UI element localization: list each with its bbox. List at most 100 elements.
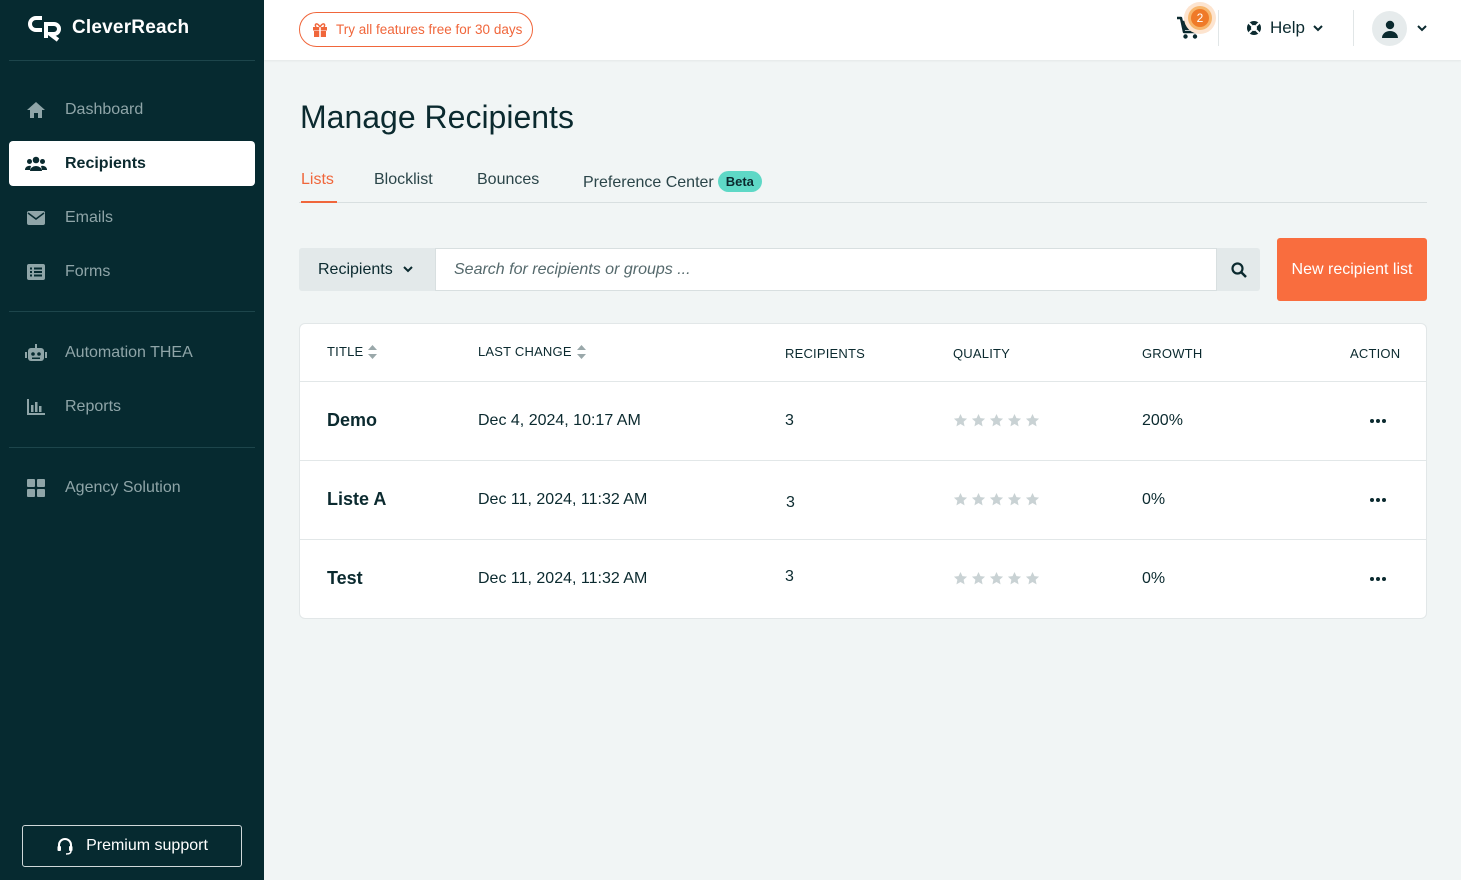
cart-count-badge: 2 xyxy=(1188,6,1212,30)
column-header-title[interactable]: TITLE xyxy=(327,344,378,359)
star-icon xyxy=(989,492,1004,506)
bar-chart-icon xyxy=(25,398,47,416)
user-menu[interactable] xyxy=(1372,11,1427,46)
recipient-count: 3 xyxy=(785,568,794,585)
grid-icon xyxy=(25,478,47,497)
recipient-lists-table: TITLE LAST CHANGE RECIPIENTS QUALITY GRO… xyxy=(299,323,1427,619)
sidebar-item-label: Forms xyxy=(65,262,111,280)
premium-support-button[interactable]: Premium support xyxy=(22,825,242,867)
column-header-action: ACTION xyxy=(1350,346,1401,361)
help-label: Help xyxy=(1270,18,1305,37)
growth-value: 200% xyxy=(1142,412,1183,429)
search-bar: Recipients xyxy=(299,248,1260,291)
brand-name: CleverReach xyxy=(72,17,190,38)
table-row[interactable]: Demo Dec 4, 2024, 10:17 AM 3 200% xyxy=(300,381,1426,460)
sidebar-item-label: Reports xyxy=(65,397,122,415)
star-icon xyxy=(1025,413,1040,427)
recipient-count: 3 xyxy=(786,494,795,511)
tab-preference-center[interactable]: Preference Center Beta xyxy=(583,171,762,203)
sidebar-item-recipients[interactable]: Recipients xyxy=(9,141,255,186)
sort-icon xyxy=(576,344,586,359)
growth-value: 0% xyxy=(1142,570,1166,587)
column-header-last-change[interactable]: LAST CHANGE xyxy=(478,344,586,359)
sidebar-item-dashboard[interactable]: Dashboard xyxy=(9,87,255,132)
table-row[interactable]: Test Dec 11, 2024, 11:32 AM 3 0% xyxy=(300,539,1426,618)
home-icon xyxy=(25,101,47,119)
search-scope-select[interactable]: Recipients xyxy=(299,248,435,291)
sidebar-item-agency-solution[interactable]: Agency Solution xyxy=(9,465,255,510)
page-title: Manage Recipients xyxy=(300,99,574,135)
star-icon xyxy=(971,413,986,427)
star-icon xyxy=(1007,492,1022,506)
more-actions-icon[interactable] xyxy=(1368,490,1388,510)
last-change: Dec 11, 2024, 11:32 AM xyxy=(478,491,648,508)
users-icon xyxy=(25,155,47,173)
sidebar-divider xyxy=(9,447,255,448)
sidebar-item-label: Automation THEA xyxy=(65,343,193,361)
free-trial-button[interactable]: Try all features free for 30 days xyxy=(299,12,534,47)
column-header-growth: GROWTH xyxy=(1142,346,1203,361)
list-title[interactable]: Test xyxy=(327,568,363,589)
headset-icon xyxy=(57,838,73,855)
sidebar-item-label: Emails xyxy=(65,208,114,226)
free-trial-label: Try all features free for 30 days xyxy=(336,22,523,37)
more-actions-icon[interactable] xyxy=(1368,411,1388,431)
search-scope-label: Recipients xyxy=(318,260,393,278)
list-title[interactable]: Liste A xyxy=(327,489,386,510)
star-icon xyxy=(953,571,968,585)
star-icon xyxy=(1025,492,1040,506)
tab-blocklist[interactable]: Blocklist xyxy=(374,171,433,203)
new-recipient-list-button[interactable]: New recipient list xyxy=(1277,238,1427,301)
sidebar-divider xyxy=(9,311,255,312)
sidebar-item-emails[interactable]: Emails xyxy=(9,195,255,240)
last-change: Dec 11, 2024, 11:32 AM xyxy=(478,570,648,587)
table-row[interactable]: Liste A Dec 11, 2024, 11:32 AM 3 0% xyxy=(300,460,1426,539)
tab-lists[interactable]: Lists xyxy=(301,171,337,203)
recipient-count: 3 xyxy=(785,412,794,429)
growth-value: 0% xyxy=(1142,491,1166,508)
sidebar: CleverReach Dashboard Recipients Emails … xyxy=(0,0,264,880)
help-menu[interactable]: Help xyxy=(1246,18,1323,38)
avatar xyxy=(1372,11,1407,46)
star-icon xyxy=(1007,571,1022,585)
tab-bar: Lists Blocklist Bounces Preference Cente… xyxy=(299,163,1427,203)
sidebar-item-reports[interactable]: Reports xyxy=(9,384,255,429)
topbar-divider xyxy=(1218,10,1219,46)
beta-badge: Beta xyxy=(717,171,762,192)
last-change: Dec 4, 2024, 10:17 AM xyxy=(478,412,641,429)
quality-rating xyxy=(953,492,1040,507)
star-icon xyxy=(953,492,968,506)
lifebuoy-icon xyxy=(1247,21,1261,35)
star-icon xyxy=(989,571,1004,585)
search-icon xyxy=(1230,261,1247,278)
chevron-down-icon xyxy=(1313,24,1323,31)
star-icon xyxy=(971,492,986,506)
column-header-recipients: RECIPIENTS xyxy=(785,346,866,361)
star-icon xyxy=(1025,571,1040,585)
quality-rating xyxy=(953,413,1040,428)
brand-logo[interactable]: CleverReach xyxy=(28,14,189,42)
chevron-down-icon xyxy=(402,266,413,273)
sidebar-divider xyxy=(9,60,255,61)
sidebar-item-label: Agency Solution xyxy=(65,478,181,496)
premium-support-label: Premium support xyxy=(86,837,208,854)
search-input[interactable] xyxy=(435,248,1217,291)
sidebar-item-automation-thea[interactable]: Automation THEA xyxy=(9,330,255,375)
more-actions-icon[interactable] xyxy=(1368,569,1388,589)
star-icon xyxy=(971,571,986,585)
topbar-divider xyxy=(1353,10,1354,46)
search-button[interactable] xyxy=(1217,248,1260,291)
top-bar: Try all features free for 30 days 2 Help xyxy=(264,0,1461,60)
robot-icon xyxy=(25,343,47,362)
star-icon xyxy=(989,413,1004,427)
column-header-quality: QUALITY xyxy=(953,346,1011,361)
gift-icon xyxy=(313,23,327,37)
quality-rating xyxy=(953,571,1040,586)
tab-bounces[interactable]: Bounces xyxy=(477,171,539,203)
cleverreach-logo-icon xyxy=(28,16,61,42)
list-title[interactable]: Demo xyxy=(327,410,377,431)
sidebar-item-forms[interactable]: Forms xyxy=(9,249,255,294)
user-icon xyxy=(1381,20,1398,38)
sidebar-item-label: Recipients xyxy=(65,154,146,172)
sidebar-item-label: Dashboard xyxy=(65,100,144,118)
